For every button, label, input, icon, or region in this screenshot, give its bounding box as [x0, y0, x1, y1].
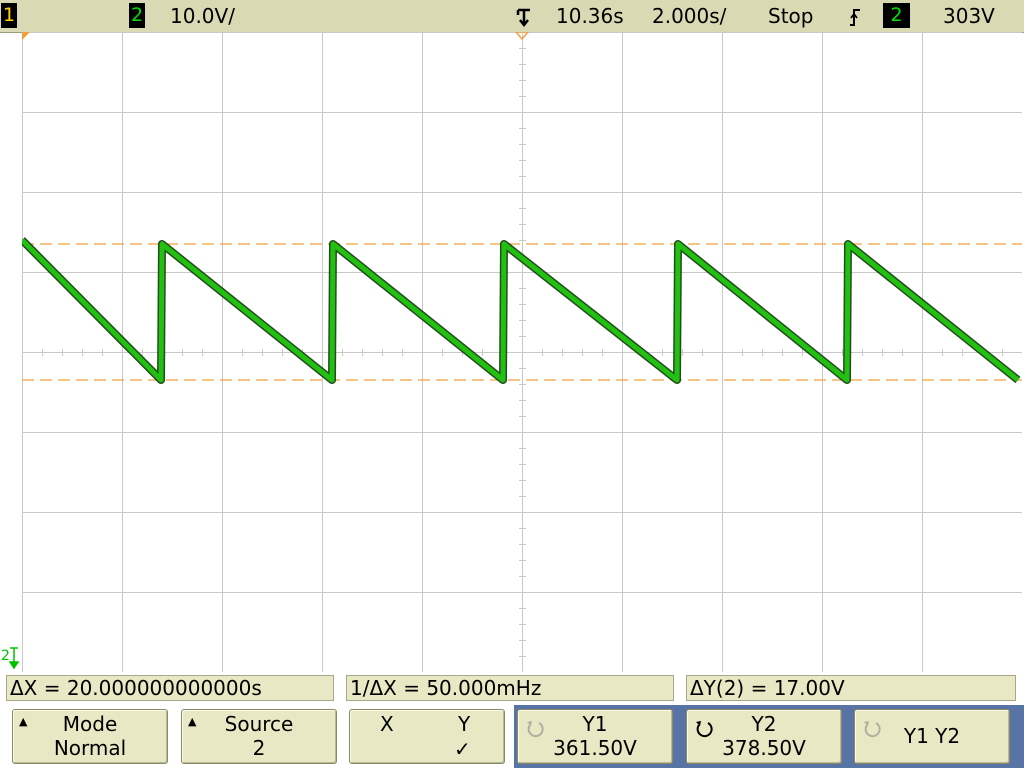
trace-rising-edge [846, 243, 849, 381]
channel2-scale: 10.0V/ [170, 4, 235, 28]
inverse-delta-x-readout: 1/ΔX = 50.000mHz [346, 675, 674, 701]
selected-check-icon: ✓ [454, 737, 471, 761]
status-bar: 1 2 10.0V/ 10.36s 2.000s/ Stop 2 303V [0, 0, 1024, 33]
mode-label: Mode [62, 712, 118, 736]
mode-value: Normal [53, 736, 127, 760]
trigger-level: 303V [943, 4, 995, 28]
delta-x-readout: ΔX = 20.000000000000s [6, 675, 334, 701]
time-reference: 10.36s [556, 4, 624, 28]
trace-rising-edge [502, 243, 505, 381]
y2-cursor-softkey[interactable]: Y2 378.50V [686, 709, 842, 764]
trace-rising-edge [676, 243, 679, 381]
screen-markers [22, 32, 529, 41]
xy-softkey[interactable]: X Y ✓ [349, 709, 505, 764]
source-value: 2 [252, 736, 266, 760]
channel2-ground-marker[interactable]: 2 [0, 644, 22, 672]
y1-label: Y1 [582, 712, 608, 736]
y2-label: Y2 [751, 712, 777, 736]
time-scale: 2.000s/ [652, 4, 727, 28]
y1-cursor-softkey[interactable]: Y1 361.50V [517, 709, 673, 764]
trigger-source-indicator[interactable]: 2 [883, 3, 910, 28]
run-state: Stop [768, 4, 814, 28]
trigger-position-icon [516, 8, 530, 28]
delta-y-readout: ΔY(2) = 17.00V [686, 675, 1016, 701]
y1-value: 361.50V [553, 736, 637, 760]
graticule-grid [22, 32, 1022, 672]
mode-softkey[interactable]: ▲ Mode Normal [12, 709, 168, 764]
channel2-indicator[interactable]: 2 [129, 3, 145, 28]
ground-marker-label: 2 [1, 648, 10, 664]
y1-y2-label: Y1 Y2 [903, 724, 961, 748]
y2-value: 378.50V [722, 736, 806, 760]
channel2-trace [22, 237, 1021, 384]
waveform-display [22, 32, 1022, 672]
waveform-plot [22, 32, 1022, 672]
source-label: Source [224, 712, 294, 736]
x-cursor-option: X [380, 712, 394, 736]
y-cursor-option: Y [458, 712, 471, 736]
trace-rising-edge [160, 243, 163, 381]
y1-y2-cursor-softkey[interactable]: Y1 Y2 [854, 709, 1010, 764]
trace-rising-edge [331, 243, 334, 381]
rising-edge-trigger-icon [850, 9, 860, 26]
channel1-indicator[interactable]: 1 [1, 3, 17, 28]
left-edge-marker [22, 32, 30, 40]
source-softkey[interactable]: ▲ Source 2 [181, 709, 337, 764]
